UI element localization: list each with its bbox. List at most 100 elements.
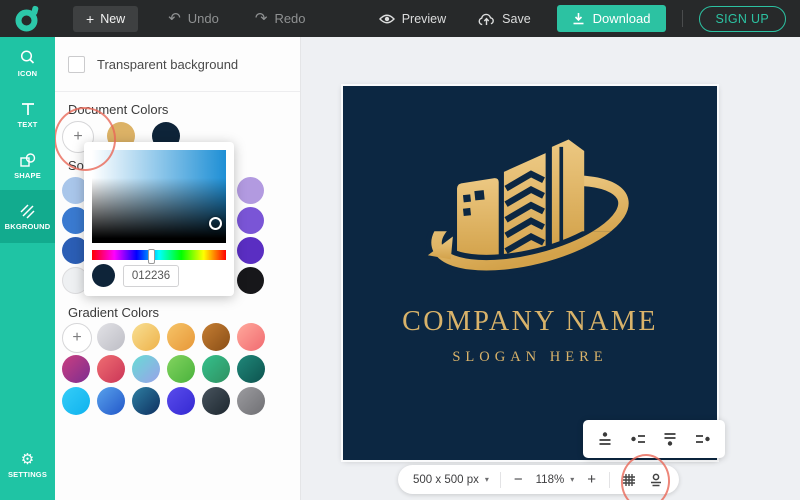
pill-separator	[609, 472, 610, 488]
transparent-background-checkbox[interactable]	[68, 56, 85, 73]
alignment-toolbar	[583, 420, 725, 458]
sidebar-item-label: SHAPE	[14, 171, 41, 180]
buildings-logo-icon	[425, 126, 635, 298]
align-stamp-icon	[648, 472, 664, 488]
color-picker-popup	[84, 142, 234, 296]
align-right-icon[interactable]	[694, 430, 712, 448]
sidebar-item-label: BKGROUND	[5, 222, 51, 231]
transparent-background-row: Transparent background	[68, 56, 238, 73]
gradient-color-swatch[interactable]	[237, 323, 265, 351]
sidebar-item-label: ICON	[18, 69, 38, 78]
gradient-color-swatch[interactable]	[167, 355, 195, 383]
redo-button[interactable]: ↷ Redo	[255, 11, 306, 26]
gradient-color-swatch[interactable]	[237, 355, 265, 383]
gradient-color-swatch[interactable]	[167, 387, 195, 415]
gradient-color-swatch[interactable]	[132, 387, 160, 415]
hue-slider[interactable]	[92, 250, 226, 260]
zoom-level-label: 118%	[536, 474, 565, 486]
text-icon	[20, 101, 36, 117]
plus-icon: +	[86, 14, 94, 24]
chevron-down-icon: ▾	[570, 475, 574, 484]
solid-color-swatch[interactable]	[237, 237, 264, 264]
signup-label: SIGN UP	[716, 12, 770, 26]
gradient-color-swatch[interactable]	[202, 387, 230, 415]
document-colors-title: Document Colors	[68, 102, 168, 117]
gradient-color-swatch[interactable]	[97, 355, 125, 383]
app-logo[interactable]	[0, 0, 55, 37]
background-panel: Transparent background Document Colors +…	[55, 37, 301, 500]
sidebar-item-label: TEXT	[18, 120, 38, 129]
workspace: COMPANY NAME SLOGAN HERE	[300, 37, 800, 500]
align-bottom-icon[interactable]	[661, 430, 679, 448]
saturation-area[interactable]	[92, 150, 226, 243]
save-button[interactable]: Save	[478, 12, 531, 26]
gradient-color-swatch[interactable]	[97, 323, 125, 351]
sidebar-item-shape[interactable]: SHAPE	[0, 141, 55, 190]
hex-color-input[interactable]	[123, 265, 179, 287]
gradient-colors-title: Gradient Colors	[68, 305, 159, 320]
sidebar-item-bkground[interactable]: BKGROUND	[0, 190, 55, 243]
undo-icon: ↶	[168, 13, 181, 25]
top-bar: + New ↶ Undo ↷ Redo Preview Save	[0, 0, 800, 37]
app-logo-icon	[14, 4, 42, 34]
zoom-out-button[interactable]: −	[512, 471, 525, 488]
gradient-color-swatch[interactable]	[62, 355, 90, 383]
new-button[interactable]: + New	[73, 6, 138, 32]
gradient-color-swatch[interactable]	[132, 355, 160, 383]
cloud-upload-icon	[478, 12, 495, 26]
slogan-text[interactable]: SLOGAN HERE	[343, 349, 717, 366]
solid-color-swatch[interactable]	[237, 267, 264, 294]
download-button[interactable]: Download	[557, 5, 666, 32]
undo-button[interactable]: ↶ Undo	[168, 11, 219, 26]
undo-label: Undo	[188, 11, 219, 26]
gradient-color-swatch[interactable]	[202, 323, 230, 351]
chevron-down-icon: ▾	[485, 475, 489, 484]
company-name-text[interactable]: COMPANY NAME	[343, 306, 717, 338]
eye-icon	[379, 13, 395, 25]
redo-icon: ↷	[255, 13, 268, 25]
transparent-background-label: Transparent background	[97, 57, 238, 72]
canvas-size-dropdown[interactable]: 500 x 500 px ▾	[413, 474, 489, 486]
logo-canvas[interactable]: COMPANY NAME SLOGAN HERE	[343, 86, 717, 460]
left-rail: ICON TEXT SHAPE BKGROUND ⚙ SETTINGS	[0, 37, 55, 500]
solid-color-swatch[interactable]	[237, 177, 264, 204]
sidebar-item-label: SETTINGS	[8, 470, 47, 479]
gradient-color-swatch[interactable]	[97, 387, 125, 415]
saturation-selector[interactable]	[209, 217, 222, 230]
align-left-icon[interactable]	[629, 430, 647, 448]
align-top-icon[interactable]	[596, 430, 614, 448]
gradient-color-swatch[interactable]	[62, 387, 90, 415]
panel-divider	[55, 91, 300, 92]
align-canvas-button[interactable]	[648, 472, 664, 488]
canvas-size-label: 500 x 500 px	[413, 474, 479, 486]
preview-button[interactable]: Preview	[379, 12, 446, 26]
zoom-level-dropdown[interactable]: 118% ▾	[536, 474, 575, 486]
preview-label: Preview	[402, 12, 446, 26]
signup-button[interactable]: SIGN UP	[699, 6, 787, 32]
top-bar-right: Preview Save Download SIGN UP	[379, 5, 800, 32]
add-gradient-color-button[interactable]: +	[62, 323, 92, 353]
grid-icon	[621, 472, 637, 488]
download-icon	[572, 12, 585, 25]
gradient-color-swatch[interactable]	[202, 355, 230, 383]
gradient-color-swatch[interactable]	[132, 323, 160, 351]
sidebar-item-text[interactable]: TEXT	[0, 90, 55, 139]
top-bar-separator	[682, 10, 683, 27]
grid-toggle-button[interactable]	[621, 472, 637, 488]
redo-label: Redo	[274, 11, 305, 26]
hue-slider-handle[interactable]	[148, 249, 155, 264]
save-label: Save	[502, 12, 531, 26]
gradient-color-swatch[interactable]	[167, 323, 195, 351]
shapes-icon	[19, 152, 36, 168]
gradient-color-swatch[interactable]	[237, 387, 265, 415]
new-button-label: New	[100, 12, 125, 26]
sidebar-item-icon[interactable]: ICON	[0, 39, 55, 88]
download-label: Download	[593, 11, 651, 26]
background-hatch-icon	[19, 203, 36, 219]
gear-icon: ⚙	[21, 453, 34, 467]
current-color-swatch	[92, 264, 115, 287]
zoom-in-button[interactable]: +	[585, 471, 598, 488]
magnifier-icon	[19, 49, 36, 66]
sidebar-item-settings[interactable]: ⚙ SETTINGS	[0, 441, 55, 490]
solid-color-swatch[interactable]	[237, 207, 264, 234]
